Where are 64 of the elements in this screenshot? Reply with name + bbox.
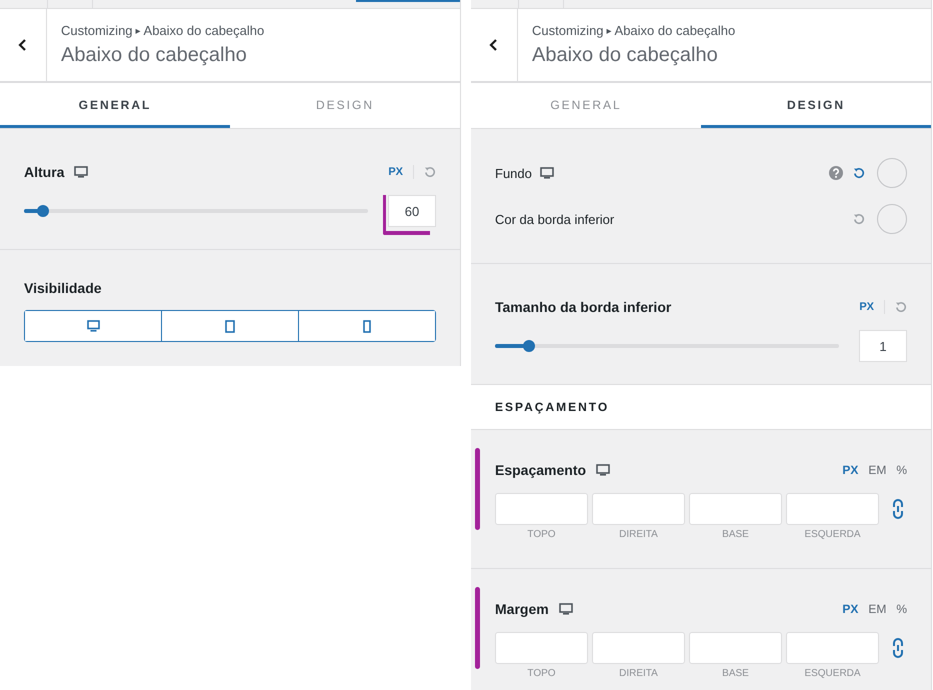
number-field[interactable]: 60	[388, 195, 436, 227]
field-caption: DIREITA	[619, 668, 658, 679]
panel-title: Abaixo do cabeçalho	[61, 44, 248, 67]
desktop-icon[interactable]	[558, 603, 573, 615]
unit-option[interactable]: EM	[868, 463, 886, 477]
breadcrumb-current: Abaixo do cabeçalho	[144, 23, 264, 38]
control-label: Cor da borda inferior	[495, 212, 614, 226]
back-icon	[489, 38, 499, 52]
desktop-icon[interactable]	[74, 166, 88, 178]
field-caption: BASE	[722, 668, 749, 679]
desktop-icon[interactable]	[540, 167, 554, 179]
back-icon	[18, 38, 28, 52]
spacing-field[interactable]	[495, 632, 588, 664]
breadcrumb-parent[interactable]: Customizing	[61, 23, 133, 38]
field-caption: ESQUERDA	[804, 668, 861, 679]
color-swatch[interactable]	[877, 158, 907, 188]
unit-option[interactable]: PX	[388, 166, 403, 178]
desktop-icon	[86, 320, 100, 332]
reset-icon[interactable]	[853, 167, 865, 179]
unit-option[interactable]: %	[896, 463, 907, 477]
breadcrumb-current: Abaixo do cabeçalho	[614, 23, 736, 38]
spacing-field[interactable]	[786, 493, 879, 525]
section-heading: ESPAÇAMENTO	[471, 385, 931, 430]
reset-icon[interactable]	[895, 301, 907, 313]
reset-icon[interactable]	[424, 166, 436, 178]
control-label: Visibilidade	[24, 280, 103, 296]
phone-icon	[363, 320, 371, 332]
link-icon[interactable]	[892, 499, 904, 519]
field-caption: TOPO	[527, 668, 556, 679]
device-toggle[interactable]	[25, 311, 162, 341]
spacing-field[interactable]	[689, 493, 782, 525]
breadcrumb-separator: ▸	[606, 24, 612, 36]
slider-thumb[interactable]	[36, 205, 49, 217]
slider-thumb[interactable]	[523, 340, 536, 352]
reset-icon[interactable]	[853, 213, 865, 225]
spacing-field[interactable]	[592, 493, 685, 525]
field-caption: TOPO	[527, 529, 556, 540]
help-icon[interactable]	[829, 166, 843, 180]
number-field[interactable]: 1	[859, 330, 907, 362]
spacing-field[interactable]	[592, 632, 685, 664]
desktop-icon[interactable]	[596, 464, 610, 476]
control-label: Espaçamento	[495, 462, 586, 478]
control-label: Tamanho da borda inferior	[495, 299, 672, 315]
unit-option[interactable]: %	[896, 602, 907, 616]
breadcrumb-parent[interactable]: Customizing	[532, 23, 604, 38]
device-toggle-group[interactable]	[24, 310, 436, 342]
color-swatch[interactable]	[877, 204, 907, 234]
tablet-icon	[225, 320, 235, 332]
link-icon[interactable]	[892, 638, 904, 658]
panel-title: Abaixo do cabeçalho	[532, 44, 719, 67]
spacing-field[interactable]	[495, 493, 588, 525]
unit-option[interactable]: EM	[868, 602, 886, 616]
unit-option[interactable]: PX	[842, 463, 858, 477]
control-label: Fundo	[495, 166, 532, 180]
field-caption: ESQUERDA	[804, 529, 861, 540]
field-caption: DIREITA	[619, 529, 658, 540]
control-label: Margem	[495, 601, 549, 617]
breadcrumb-separator: ▸	[136, 24, 141, 36]
control-label: Altura	[24, 164, 64, 180]
field-caption: BASE	[722, 529, 749, 540]
spacing-field[interactable]	[786, 632, 879, 664]
unit-option[interactable]: PX	[859, 301, 874, 313]
unit-option[interactable]: PX	[842, 602, 858, 616]
spacing-field[interactable]	[689, 632, 782, 664]
